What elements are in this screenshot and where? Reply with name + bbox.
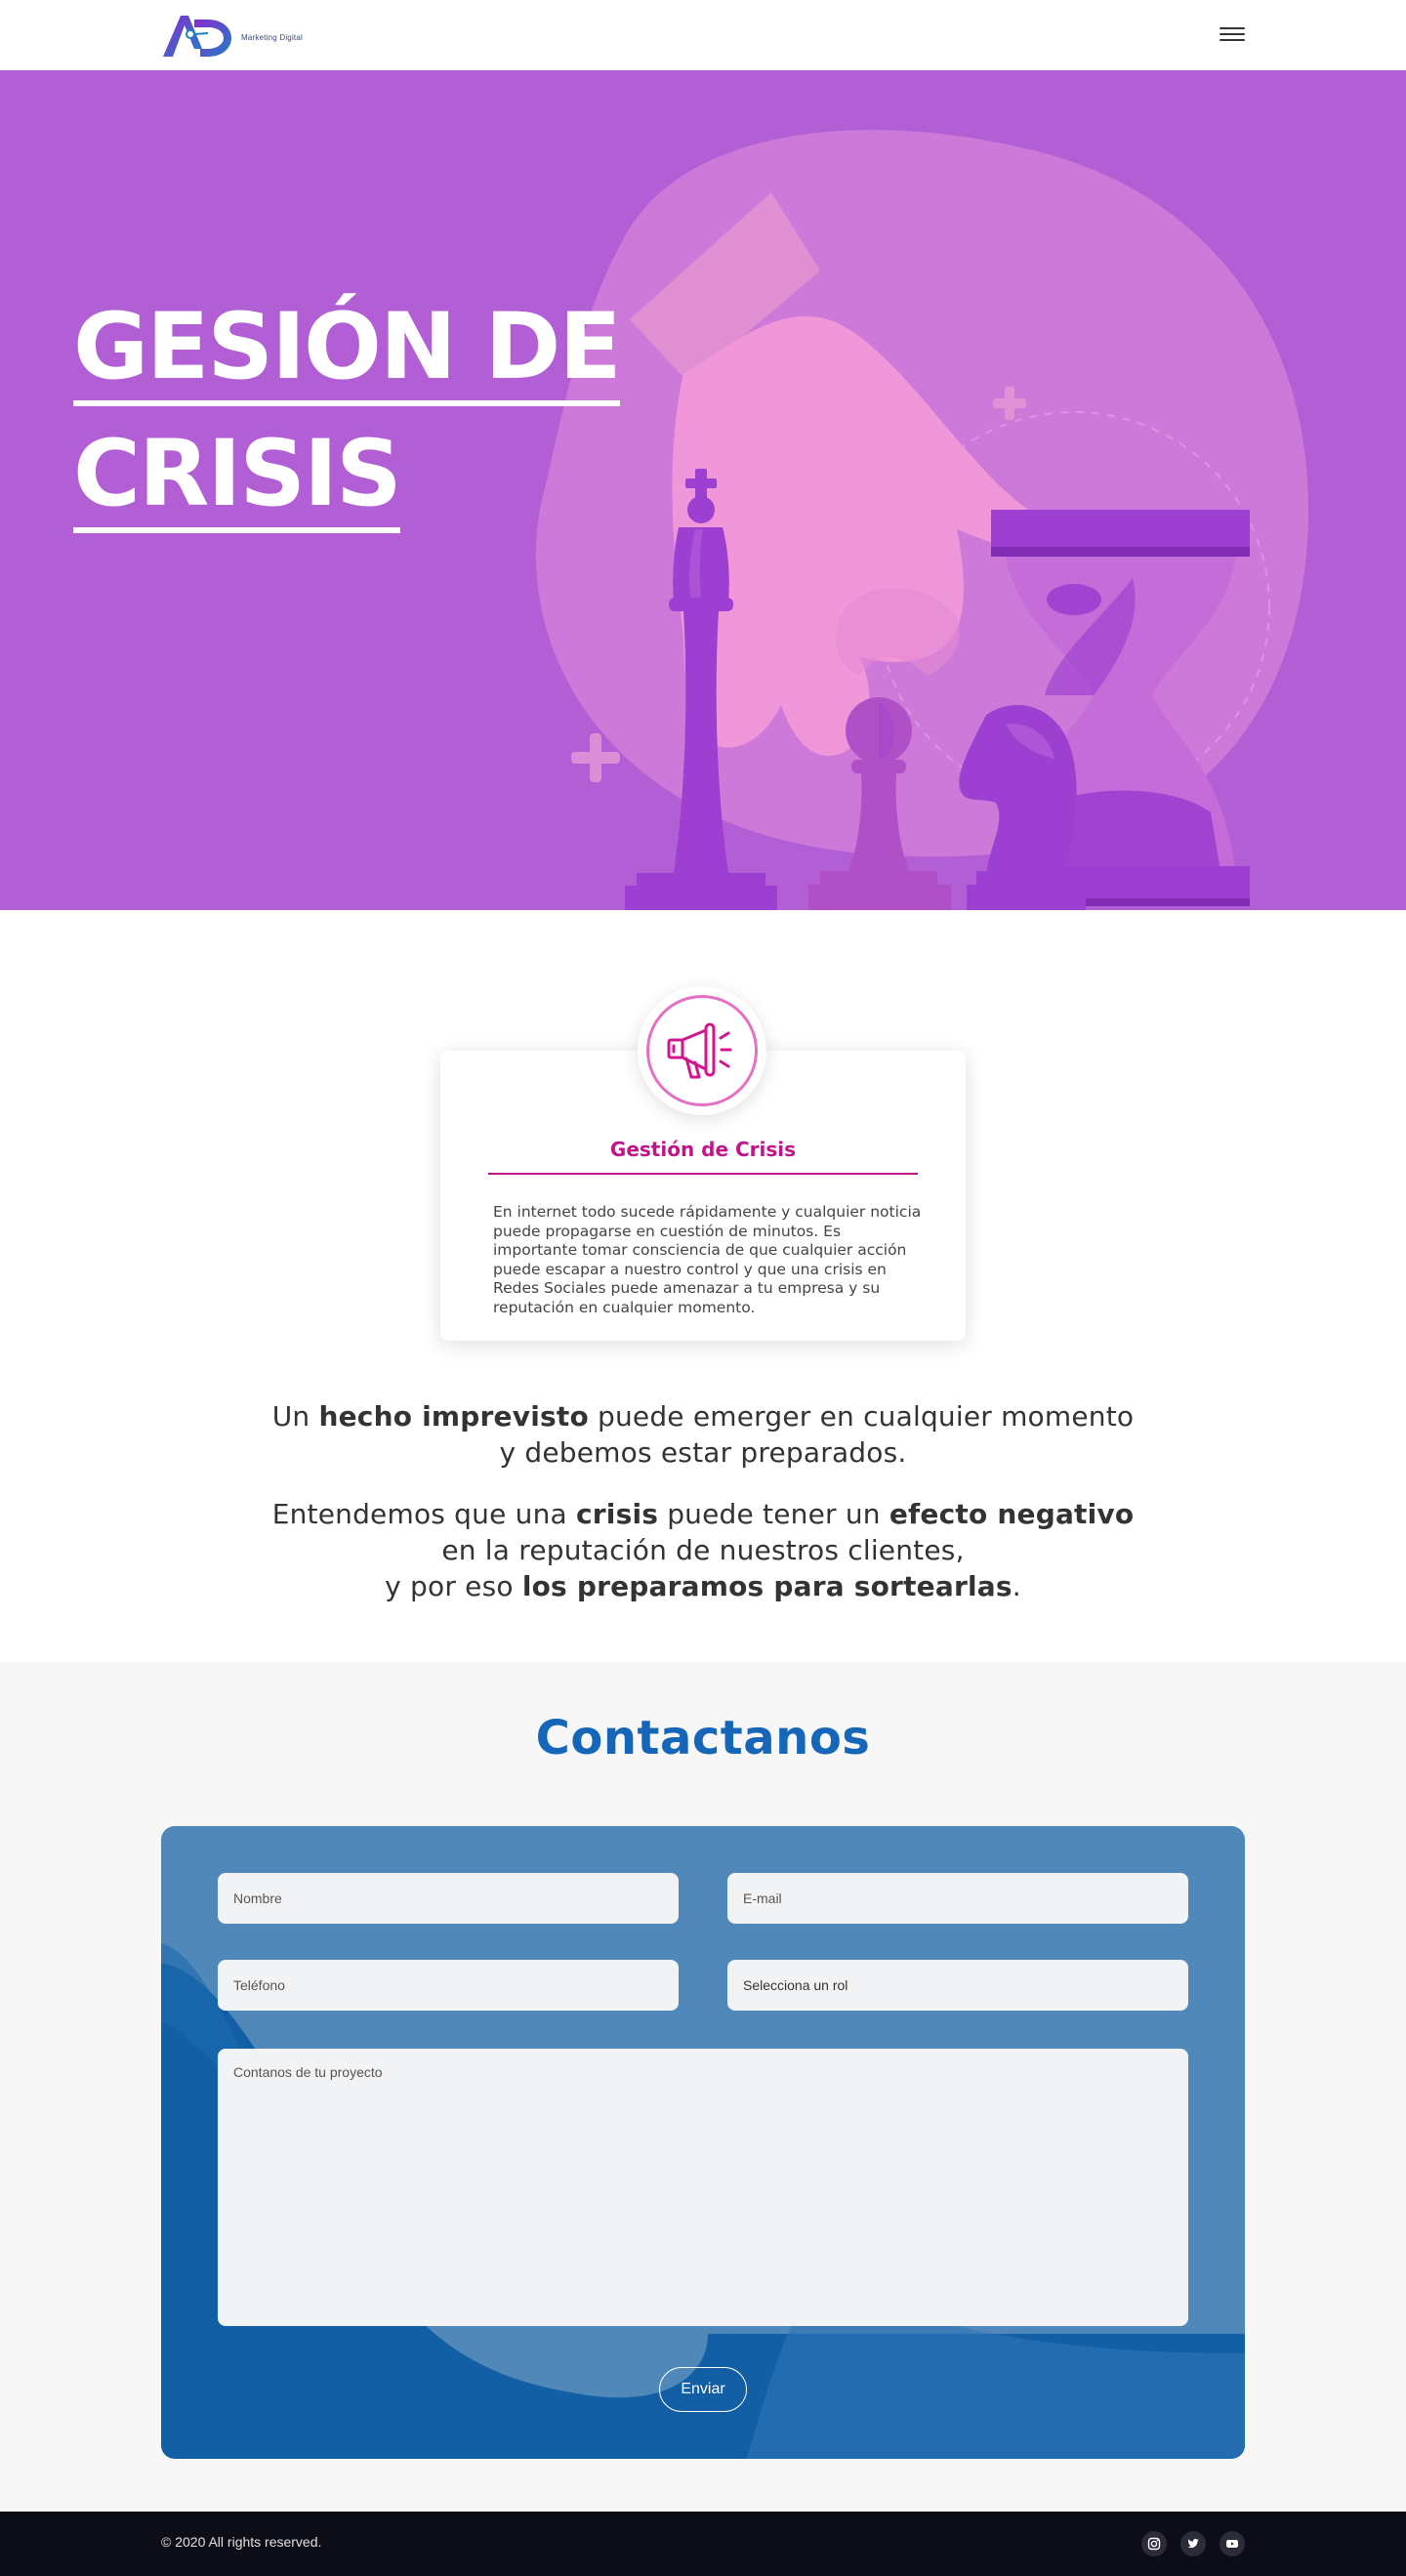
hero: GESIÓN DE CRISIS [0,70,1406,910]
youtube-icon[interactable] [1220,2531,1245,2556]
intro-text: puede tener un [658,1498,889,1530]
submit-button[interactable]: Enviar [659,2367,747,2412]
service-icon-circle [638,986,766,1115]
intro-bold: efecto negativo [889,1498,1135,1530]
instagram-icon[interactable] [1141,2531,1167,2556]
intro-bold: los preparamos para sortearlas [521,1570,1013,1602]
service-section: Gestión de Crisis En internet todo suced… [0,910,1406,1662]
email-input[interactable]: E-mail [727,1873,1188,1924]
contact-form: Nombre E-mail Teléfono Selecciona un rol… [161,1826,1245,2459]
service-card-title: Gestión de Crisis [488,1138,918,1175]
intro-bold: crisis [575,1498,659,1530]
role-select[interactable]: Selecciona un rol [727,1960,1188,2011]
site-header: Marketing Digital [0,0,1406,70]
intro-bold: hecho imprevisto [318,1400,589,1433]
intro-text: y por eso [385,1570,522,1602]
site-footer: © 2020 All rights reserved. [0,2512,1406,2576]
intro-text: . [1012,1570,1021,1602]
hamburger-menu-icon[interactable] [1220,23,1245,45]
intro-text: en la reputación de nuestros clientes, [441,1534,965,1566]
message-textarea[interactable]: Contanos de tu proyecto [218,2049,1188,2326]
hero-title-line2: CRISIS [73,422,402,533]
contact-title: Contactanos [535,1711,871,1766]
name-input[interactable]: Nombre [218,1873,679,1924]
logo[interactable]: Marketing Digital [161,10,303,61]
hero-title: GESIÓN DE CRISIS [73,295,698,549]
megaphone-icon [667,1022,732,1079]
logo-text: Marketing Digital [241,32,303,42]
hero-title-line1: GESIÓN DE [73,295,622,406]
twitter-icon[interactable] [1180,2531,1206,2556]
intro-text: Un [271,1400,319,1433]
contact-section: Contactanos Nombre E-mail Teléfono Selec… [0,1662,1406,2512]
intro-paragraph-1: Un hecho imprevisto puede emerger en cua… [117,1398,1289,1471]
phone-input[interactable]: Teléfono [218,1960,679,2011]
intro-paragraph-2: Entendemos que una crisis puede tener un… [117,1496,1289,1604]
logo-mark-icon [163,16,231,57]
copyright-text: © 2020 All rights reserved. [161,2534,322,2550]
social-links [1141,2531,1245,2556]
intro-text: Entendemos que una [271,1498,576,1530]
service-card-text: En internet todo sucede rápidamente y cu… [493,1203,922,1316]
intro-text: puede emerger en cualquier momento [588,1400,1135,1433]
intro-text: y debemos estar preparados. [499,1436,907,1469]
